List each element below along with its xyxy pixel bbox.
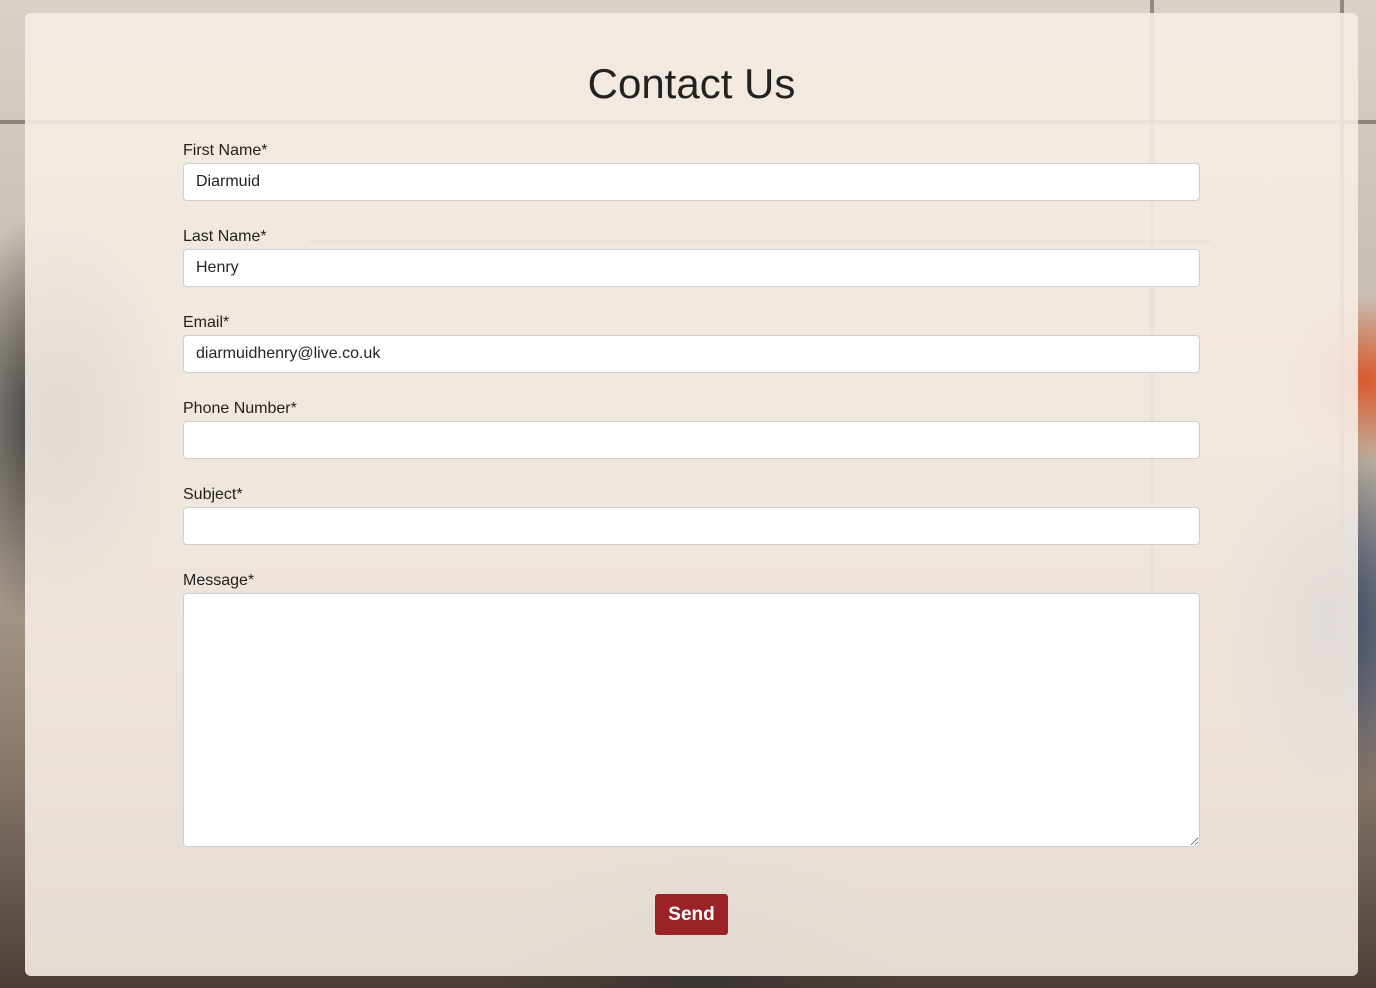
phone-label: Phone Number*	[183, 400, 297, 417]
subject-input[interactable]	[183, 507, 1200, 545]
subject-label: Subject*	[183, 486, 243, 503]
contact-form-card: Contact Us First Name* Last Name* Email*…	[25, 13, 1358, 976]
first-name-field: First Name*	[183, 142, 1200, 201]
first-name-label: First Name*	[183, 142, 268, 159]
first-name-input[interactable]	[183, 163, 1200, 201]
phone-field: Phone Number*	[183, 400, 1200, 459]
email-field: Email*	[183, 314, 1200, 373]
send-button[interactable]: Send	[655, 894, 728, 935]
last-name-input[interactable]	[183, 249, 1200, 287]
last-name-field: Last Name*	[183, 228, 1200, 287]
phone-input[interactable]	[183, 421, 1200, 459]
message-field: Message*	[183, 572, 1200, 847]
subject-field: Subject*	[183, 486, 1200, 545]
email-label: Email*	[183, 314, 230, 331]
last-name-label: Last Name*	[183, 228, 267, 245]
page-title: Contact Us	[587, 60, 796, 107]
message-label: Message*	[183, 572, 255, 589]
message-textarea[interactable]	[183, 593, 1200, 847]
email-input[interactable]	[183, 335, 1200, 373]
